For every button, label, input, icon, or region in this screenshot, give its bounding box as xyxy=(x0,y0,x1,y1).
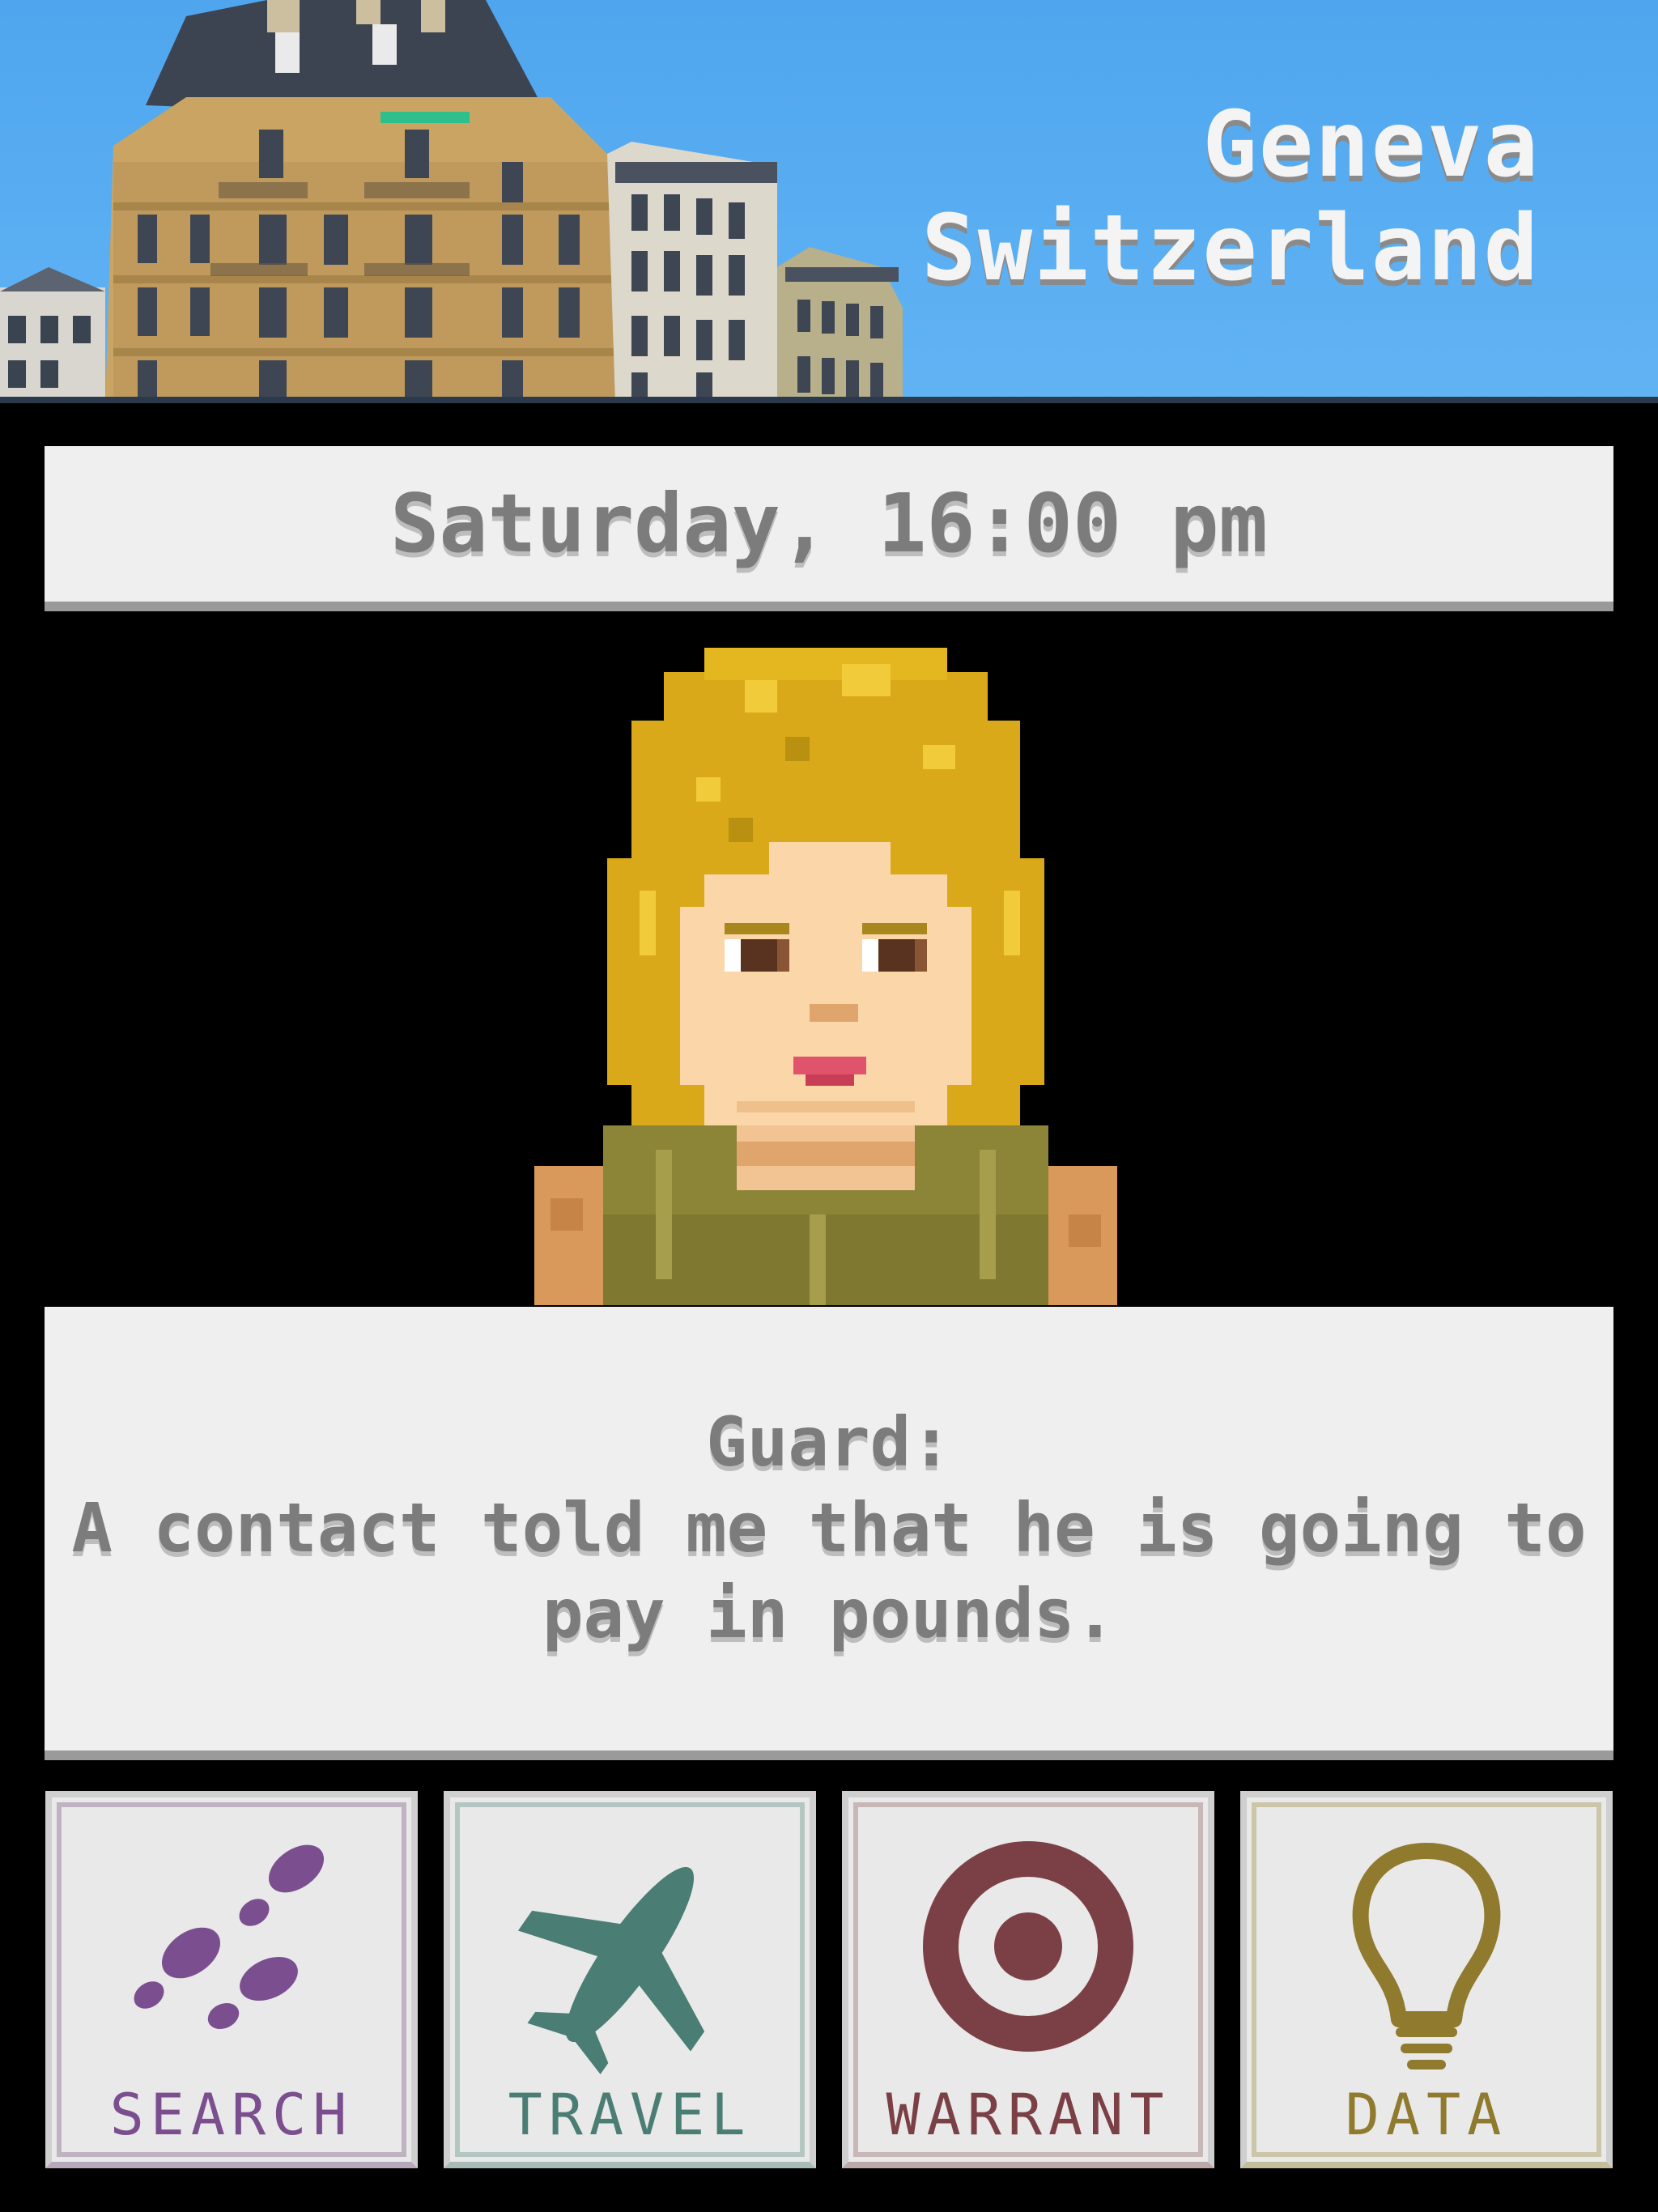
data-button[interactable]: DATA xyxy=(1240,1791,1613,2168)
location-header: Geneva Switzerland xyxy=(0,0,1658,403)
airplane-icon xyxy=(517,1866,705,2074)
guard-character-portrait xyxy=(534,648,1117,1305)
data-label: DATA xyxy=(1345,2082,1508,2148)
dialog-box: Guard: A contact told me that he is goin… xyxy=(45,1307,1613,1760)
warrant-label: WARRANT xyxy=(886,2082,1171,2148)
location-title: Geneva Switzerland xyxy=(921,93,1540,300)
travel-label: TRAVEL xyxy=(508,2082,752,2148)
lightbulb-icon xyxy=(1352,1843,1501,2069)
search-button[interactable]: SEARCH xyxy=(45,1791,418,2168)
header-divider xyxy=(0,397,1658,403)
warrant-button[interactable]: WARRANT xyxy=(842,1791,1214,2168)
dialog-line-2: pay in pounds. xyxy=(542,1574,1116,1653)
search-label: SEARCH xyxy=(109,2082,354,2148)
footsteps-icon xyxy=(134,1844,325,2030)
city-buildings-image xyxy=(0,0,903,403)
city-name: Geneva xyxy=(1202,92,1540,198)
travel-button[interactable]: TRAVEL xyxy=(444,1791,816,2168)
time-display: Saturday, 16:00 pm xyxy=(45,446,1613,611)
dialog-speaker: Guard: xyxy=(706,1402,952,1482)
dialog-line-1: A contact told me that he is going to xyxy=(71,1488,1587,1568)
target-icon xyxy=(923,1841,1133,2052)
country-name: Switzerland xyxy=(921,196,1540,301)
